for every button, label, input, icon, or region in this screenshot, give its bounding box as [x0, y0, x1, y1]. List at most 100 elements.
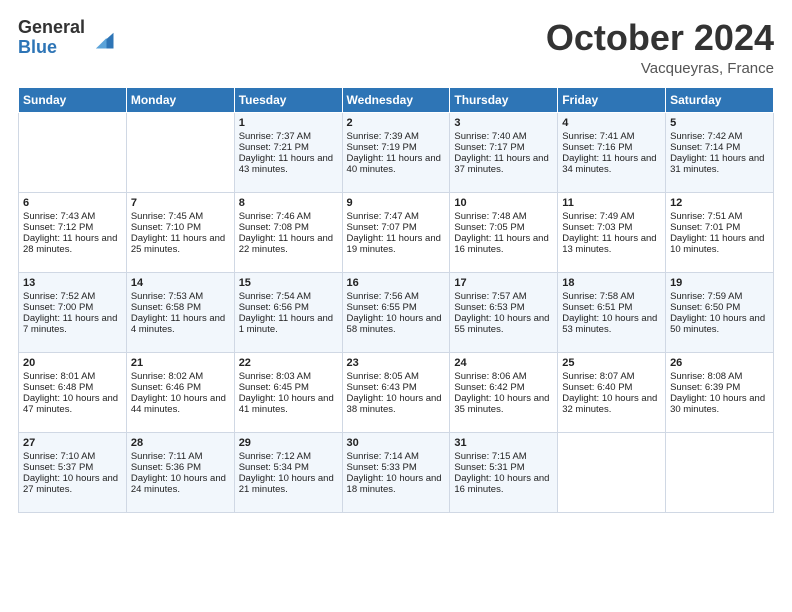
- sunset: Sunset: 6:53 PM: [454, 302, 524, 313]
- sunrise: Sunrise: 7:46 AM: [239, 211, 311, 222]
- daylight: Daylight: 11 hours and 28 minutes.: [23, 233, 117, 255]
- day-number: 20: [23, 357, 122, 369]
- daylight: Daylight: 11 hours and 7 minutes.: [23, 313, 117, 335]
- sunrise: Sunrise: 7:40 AM: [454, 131, 526, 142]
- day-header: Monday: [126, 87, 234, 112]
- sunrise: Sunrise: 7:15 AM: [454, 451, 526, 462]
- daylight: Daylight: 10 hours and 47 minutes.: [23, 393, 118, 415]
- day-cell: 16Sunrise: 7:56 AMSunset: 6:55 PMDayligh…: [342, 272, 450, 352]
- day-cell: 19Sunrise: 7:59 AMSunset: 6:50 PMDayligh…: [666, 272, 774, 352]
- sunrise: Sunrise: 7:45 AM: [131, 211, 203, 222]
- day-cell: 8 Sunrise: 7:46 AMSunset: 7:08 PMDaylight…: [234, 192, 342, 272]
- day-cell: 9Sunrise: 7:47 AMSunset: 7:07 PMDaylight…: [342, 192, 450, 272]
- header-row: SundayMondayTuesdayWednesdayThursdayFrid…: [19, 87, 774, 112]
- sunset: Sunset: 6:48 PM: [23, 382, 93, 393]
- sunset: Sunset: 7:12 PM: [23, 222, 93, 233]
- day-cell: 20Sunrise: 8:01 AMSunset: 6:48 PMDayligh…: [19, 352, 127, 432]
- daylight: Daylight: 10 hours and 30 minutes.: [670, 393, 765, 415]
- day-number: 15: [239, 277, 338, 289]
- daylight: Daylight: 11 hours and 22 minutes.: [239, 233, 333, 255]
- sunset: Sunset: 7:07 PM: [347, 222, 417, 233]
- day-number: 11: [562, 197, 661, 209]
- day-cell: 7Sunrise: 7:45 AMSunset: 7:10 PMDaylight…: [126, 192, 234, 272]
- day-number: 6: [23, 197, 122, 209]
- sunrise: Sunrise: 7:58 AM: [562, 291, 634, 302]
- day-header: Sunday: [19, 87, 127, 112]
- daylight: Daylight: 11 hours and 43 minutes.: [239, 153, 333, 175]
- day-cell: 10Sunrise: 7:48 AMSunset: 7:05 PMDayligh…: [450, 192, 558, 272]
- day-cell: 13Sunrise: 7:52 AMSunset: 7:00 PMDayligh…: [19, 272, 127, 352]
- sunset: Sunset: 6:58 PM: [131, 302, 201, 313]
- daylight: Daylight: 10 hours and 21 minutes.: [239, 473, 334, 495]
- calendar-table: SundayMondayTuesdayWednesdayThursdayFrid…: [18, 87, 774, 513]
- sunset: Sunset: 6:56 PM: [239, 302, 309, 313]
- page: General Blue October 2024 Vacqueyras, Fr…: [0, 0, 792, 612]
- day-header: Thursday: [450, 87, 558, 112]
- day-cell: 14 Sunrise: 7:53 AMSunset: 6:58 PMDayligh…: [126, 272, 234, 352]
- day-header: Saturday: [666, 87, 774, 112]
- sunrise: Sunrise: 7:11 AM: [131, 451, 203, 462]
- daylight: Daylight: 10 hours and 27 minutes.: [23, 473, 118, 495]
- week-row: 1Sunrise: 7:37 AMSunset: 7:21 PMDaylight…: [19, 112, 774, 192]
- day-number: 23: [347, 357, 446, 369]
- day-number: 8: [239, 197, 338, 209]
- day-number: 10: [454, 197, 553, 209]
- sunset: Sunset: 7:00 PM: [23, 302, 93, 313]
- day-number: 26: [670, 357, 769, 369]
- sunset: Sunset: 6:40 PM: [562, 382, 632, 393]
- day-number: 24: [454, 357, 553, 369]
- sunset: Sunset: 7:08 PM: [239, 222, 309, 233]
- sunset: Sunset: 7:21 PM: [239, 142, 309, 153]
- sunrise: Sunrise: 8:07 AM: [562, 371, 634, 382]
- daylight: Daylight: 10 hours and 58 minutes.: [347, 313, 442, 335]
- sunrise: Sunrise: 7:53 AM: [131, 291, 203, 302]
- sunset: Sunset: 6:55 PM: [347, 302, 417, 313]
- sunset: Sunset: 7:10 PM: [131, 222, 201, 233]
- logo-text: General Blue: [18, 18, 85, 58]
- week-row: 13Sunrise: 7:52 AMSunset: 7:00 PMDayligh…: [19, 272, 774, 352]
- day-cell: 18Sunrise: 7:58 AMSunset: 6:51 PMDayligh…: [558, 272, 666, 352]
- sunset: Sunset: 6:39 PM: [670, 382, 740, 393]
- sunset: Sunset: 6:43 PM: [347, 382, 417, 393]
- day-number: 14: [131, 277, 230, 289]
- logo: General Blue: [18, 18, 117, 58]
- day-cell: 28Sunrise: 7:11 AMSunset: 5:36 PMDayligh…: [126, 432, 234, 512]
- day-number: 2: [347, 117, 446, 129]
- day-number: 16: [347, 277, 446, 289]
- sunrise: Sunrise: 7:42 AM: [670, 131, 742, 142]
- sunset: Sunset: 6:50 PM: [670, 302, 740, 313]
- day-number: 18: [562, 277, 661, 289]
- logo-icon: [89, 24, 117, 52]
- day-cell: 3Sunrise: 7:40 AMSunset: 7:17 PMDaylight…: [450, 112, 558, 192]
- week-row: 27Sunrise: 7:10 AMSunset: 5:37 PMDayligh…: [19, 432, 774, 512]
- day-cell: 22Sunrise: 8:03 AMSunset: 6:45 PMDayligh…: [234, 352, 342, 432]
- day-cell: [666, 432, 774, 512]
- sunset: Sunset: 7:19 PM: [347, 142, 417, 153]
- header: General Blue October 2024 Vacqueyras, Fr…: [18, 18, 774, 77]
- sunset: Sunset: 6:42 PM: [454, 382, 524, 393]
- day-number: 22: [239, 357, 338, 369]
- day-cell: [126, 112, 234, 192]
- day-cell: 6Sunrise: 7:43 AMSunset: 7:12 PMDaylight…: [19, 192, 127, 272]
- day-cell: 30Sunrise: 7:14 AMSunset: 5:33 PMDayligh…: [342, 432, 450, 512]
- day-header: Tuesday: [234, 87, 342, 112]
- sunrise: Sunrise: 8:08 AM: [670, 371, 742, 382]
- daylight: Daylight: 11 hours and 37 minutes.: [454, 153, 548, 175]
- day-cell: 23Sunrise: 8:05 AMSunset: 6:43 PMDayligh…: [342, 352, 450, 432]
- sunrise: Sunrise: 7:37 AM: [239, 131, 311, 142]
- daylight: Daylight: 11 hours and 4 minutes.: [131, 313, 225, 335]
- day-cell: 25Sunrise: 8:07 AMSunset: 6:40 PMDayligh…: [558, 352, 666, 432]
- sunset: Sunset: 5:37 PM: [23, 462, 93, 473]
- sunrise: Sunrise: 7:57 AM: [454, 291, 526, 302]
- day-cell: 12Sunrise: 7:51 AMSunset: 7:01 PMDayligh…: [666, 192, 774, 272]
- day-cell: [558, 432, 666, 512]
- sunrise: Sunrise: 7:39 AM: [347, 131, 419, 142]
- daylight: Daylight: 10 hours and 44 minutes.: [131, 393, 226, 415]
- day-number: 5: [670, 117, 769, 129]
- logo-line1: General: [18, 18, 85, 38]
- week-row: 6Sunrise: 7:43 AMSunset: 7:12 PMDaylight…: [19, 192, 774, 272]
- day-number: 13: [23, 277, 122, 289]
- day-cell: 31Sunrise: 7:15 AMSunset: 5:31 PMDayligh…: [450, 432, 558, 512]
- sunset: Sunset: 5:33 PM: [347, 462, 417, 473]
- daylight: Daylight: 10 hours and 50 minutes.: [670, 313, 765, 335]
